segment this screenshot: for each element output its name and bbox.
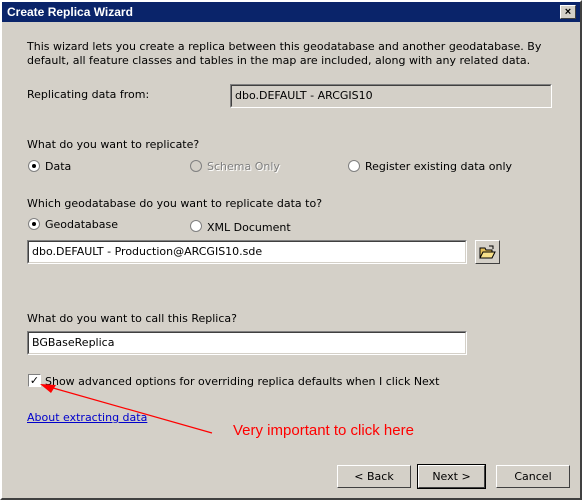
source-value: dbo.DEFAULT - ARCGIS10 [231,85,551,107]
window-title: Create Replica Wizard [7,5,133,19]
target-path-value: dbo.DEFAULT - Production@ARCGIS10.sde [28,241,466,263]
next-button[interactable]: Next > [417,464,486,489]
radio-data-label[interactable]: Data [45,160,71,173]
source-field: dbo.DEFAULT - ARCGIS10 [230,84,552,108]
radio-data[interactable] [28,160,40,172]
radio-schema-only-label: Schema Only [207,160,280,173]
folder-open-icon [479,245,496,259]
replicate-question: What do you want to replicate? [27,138,200,151]
radio-geodatabase[interactable] [28,218,40,230]
annotation-text: Very important to click here [233,422,414,439]
back-button[interactable]: < Back [337,465,411,488]
radio-register-existing-label[interactable]: Register existing data only [365,160,512,173]
replica-name-value: BGBaseReplica [28,332,466,354]
radio-xml-document-label[interactable]: XML Document [207,221,291,234]
radio-xml-document[interactable] [190,220,202,232]
target-path-field[interactable]: dbo.DEFAULT - Production@ARCGIS10.sde [27,240,467,264]
target-question: Which geodatabase do you want to replica… [27,197,323,210]
cancel-button-label: Cancel [514,470,552,483]
next-button-label: Next > [432,470,471,483]
close-button[interactable]: × [560,5,576,19]
radio-schema-only [190,160,202,172]
source-label: Replicating data from: [27,88,150,101]
annotation-arrow [40,384,213,434]
title-bar[interactable]: Create Replica Wizard × [2,2,580,22]
close-icon: × [564,6,572,18]
arrow-shaft [45,385,213,434]
browse-button[interactable] [475,240,500,264]
cancel-button[interactable]: Cancel [496,465,570,488]
intro-text: This wizard lets you create a replica be… [27,40,542,67]
radio-register-existing[interactable] [348,160,360,172]
replica-name-question: What do you want to call this Replica? [27,312,237,325]
wizard-window: Create Replica Wizard × This wizard lets… [0,0,582,500]
radio-geodatabase-label[interactable]: Geodatabase [45,218,118,231]
replica-name-input[interactable]: BGBaseReplica [27,331,467,355]
arrow-head [40,384,56,393]
back-button-label: < Back [354,470,394,483]
